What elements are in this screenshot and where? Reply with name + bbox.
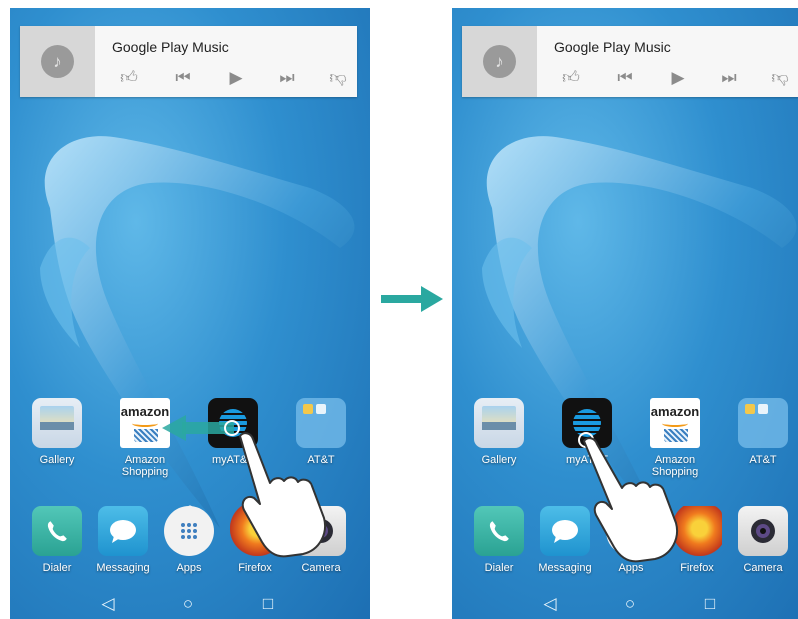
music-widget[interactable]: ♪ Google Play Music 👍︎ ⏮︎ ▶ ⏭︎ 👎︎ — [20, 26, 357, 97]
dock-camera[interactable]: Camera — [728, 506, 798, 574]
back-icon[interactable]: ◁ — [98, 594, 118, 614]
dock-messaging[interactable]: Messaging — [88, 506, 158, 574]
dock-dialer[interactable]: Dialer — [464, 506, 534, 574]
album-art-placeholder: ♪ — [20, 26, 95, 97]
previous-track-icon[interactable]: ⏮︎ — [614, 68, 636, 88]
home-icon[interactable]: ○ — [620, 594, 640, 614]
thumbs-up-icon[interactable]: 👍︎ — [560, 68, 582, 88]
app-gallery[interactable]: Gallery — [22, 398, 92, 466]
album-art-placeholder: ♪ — [462, 26, 537, 97]
thumbs-down-icon[interactable]: 👎︎ — [327, 68, 349, 88]
home-icon[interactable]: ○ — [178, 594, 198, 614]
app-label: Apps — [176, 562, 202, 574]
app-label: Gallery — [39, 454, 75, 466]
app-label: Apps — [618, 562, 644, 574]
play-icon[interactable]: ▶ — [225, 68, 247, 88]
phone-screen-after: ♪ Google Play Music 👍︎ ⏮︎ ▶ ⏭︎ 👎︎ Galler… — [452, 8, 798, 619]
dock-dialer[interactable]: Dialer — [22, 506, 92, 574]
recents-icon[interactable]: □ — [700, 594, 720, 614]
pointing-hand-icon — [583, 437, 678, 563]
transition-arrow-icon — [381, 286, 443, 312]
dock-apps[interactable]: Apps — [154, 506, 224, 574]
phone-icon — [32, 506, 82, 556]
music-widget-title: Google Play Music — [112, 39, 229, 55]
camera-icon — [738, 506, 788, 556]
gallery-icon — [474, 398, 524, 448]
app-drawer-icon — [164, 506, 214, 556]
app-label: Camera — [301, 562, 341, 574]
gallery-icon — [32, 398, 82, 448]
app-label: AT&T — [749, 454, 777, 466]
app-folder-att[interactable]: AT&T — [728, 398, 798, 466]
app-label: Messaging — [538, 562, 592, 574]
chat-bubble-icon — [98, 506, 148, 556]
next-track-icon[interactable]: ⏭︎ — [276, 68, 298, 88]
play-icon[interactable]: ▶ — [667, 68, 689, 88]
app-label: Dialer — [42, 562, 72, 574]
previous-track-icon[interactable]: ⏮︎ — [172, 68, 194, 88]
app-label: Amazon Shopping — [121, 454, 169, 478]
phone-screen-before: ♪ Google Play Music 👍︎ ⏮︎ ▶ ⏭︎ 👎︎ Galler… — [10, 8, 370, 619]
recents-icon[interactable]: □ — [258, 594, 278, 614]
app-label: Messaging — [96, 562, 150, 574]
app-label: Firefox — [238, 562, 272, 574]
app-gallery[interactable]: Gallery — [464, 398, 534, 466]
app-label: Gallery — [481, 454, 517, 466]
back-icon[interactable]: ◁ — [540, 594, 560, 614]
amazon-logo-text: amazon — [650, 404, 700, 419]
app-label: Dialer — [484, 562, 514, 574]
page-indicator — [185, 498, 195, 511]
thumbs-up-icon[interactable]: 👍︎ — [118, 68, 140, 88]
thumbs-down-icon[interactable]: 👎︎ — [769, 68, 791, 88]
music-note-icon: ♪ — [41, 45, 74, 78]
folder-icon — [738, 398, 788, 448]
phone-icon — [474, 506, 524, 556]
navigation-bar: ◁ ○ □ — [452, 589, 798, 619]
pointing-hand-icon — [239, 432, 326, 558]
music-widget-title: Google Play Music — [554, 39, 671, 55]
app-label: Firefox — [680, 562, 714, 574]
navigation-bar: ◁ ○ □ — [10, 589, 370, 619]
music-note-icon: ♪ — [483, 45, 516, 78]
app-label: Camera — [743, 562, 783, 574]
next-track-icon[interactable]: ⏭︎ — [718, 68, 740, 88]
music-widget[interactable]: ♪ Google Play Music 👍︎ ⏮︎ ▶ ⏭︎ 👎︎ — [462, 26, 798, 97]
